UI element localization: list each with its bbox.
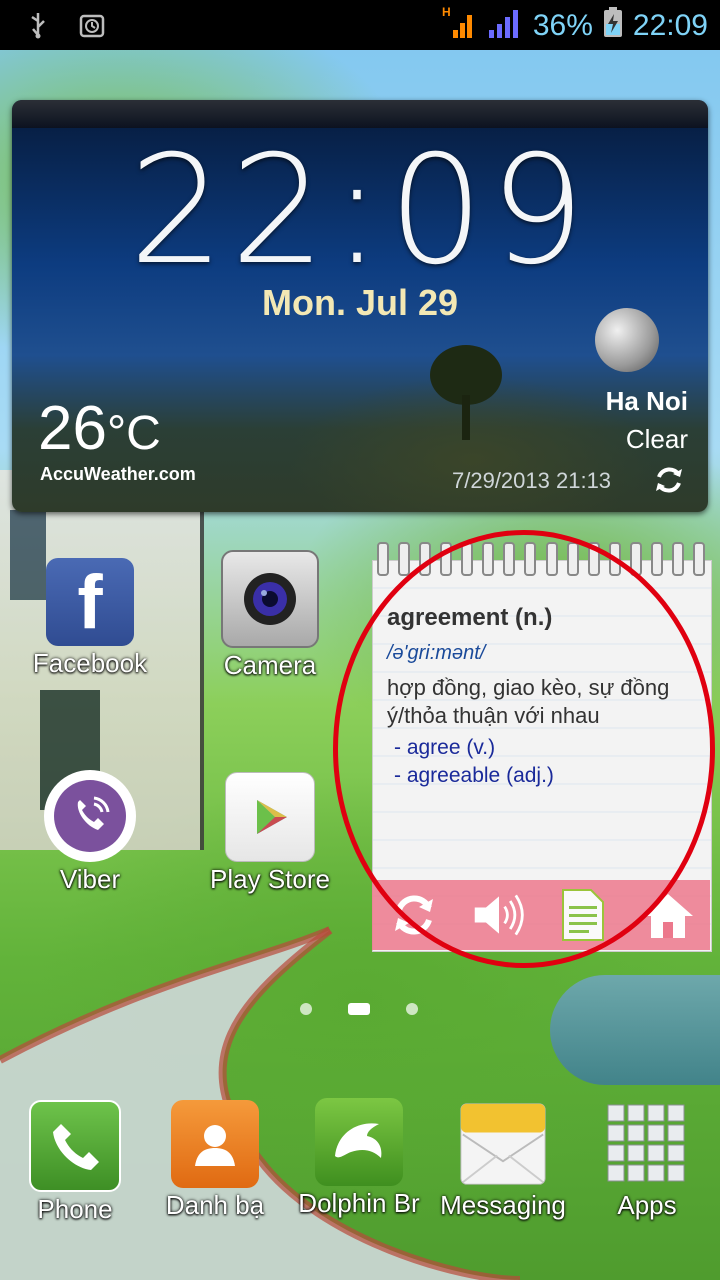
page-dot-active[interactable] xyxy=(348,1003,370,1015)
status-time: 22:09 xyxy=(632,9,708,42)
temperature: 26°C xyxy=(38,393,161,464)
dock-dolphin-browser[interactable]: Dolphin Br xyxy=(284,1098,434,1219)
app-label: Camera xyxy=(223,650,317,680)
phone-icon xyxy=(29,1100,121,1192)
refresh-icon[interactable] xyxy=(652,463,686,505)
app-viber[interactable]: Viber xyxy=(15,770,165,895)
weather-updated: 7/29/2013 21:13 xyxy=(452,468,612,493)
camera-icon xyxy=(221,550,319,648)
temperature-value: 26 xyxy=(38,394,107,463)
cell-signal-icon xyxy=(487,4,523,48)
dock-messaging[interactable]: Messaging xyxy=(428,1100,578,1221)
app-label: Danh bạ xyxy=(165,1190,265,1220)
dock-phone[interactable]: Phone xyxy=(0,1100,150,1225)
app-label: Viber xyxy=(59,864,121,894)
app-label: Phone xyxy=(37,1194,113,1224)
weather-city: Ha Noi xyxy=(605,386,688,416)
battery-percent: 36% xyxy=(532,9,593,42)
dock-apps[interactable]: Apps xyxy=(572,1100,720,1221)
app-facebook[interactable]: f Facebook xyxy=(15,558,165,679)
dock-contacts[interactable]: Danh bạ xyxy=(140,1100,290,1221)
page-dot[interactable] xyxy=(300,1003,312,1015)
moon-icon xyxy=(595,308,659,372)
contacts-icon xyxy=(171,1100,259,1188)
weather-provider: AccuWeather.com xyxy=(40,464,196,484)
messaging-icon xyxy=(459,1100,547,1188)
tree-icon xyxy=(430,345,502,440)
app-label: Messaging xyxy=(440,1190,566,1220)
status-bar: H 36% 22:09 xyxy=(0,0,720,50)
dolphin-browser-icon xyxy=(315,1098,403,1186)
page-indicator xyxy=(300,1003,418,1015)
viber-icon xyxy=(44,770,136,862)
app-play-store[interactable]: Play Store xyxy=(195,772,345,895)
play-store-icon xyxy=(225,772,315,862)
app-camera[interactable]: Camera xyxy=(195,550,345,681)
battery-charging-icon xyxy=(603,6,623,46)
usb-icon xyxy=(24,10,52,40)
alarm-icon xyxy=(78,10,106,40)
hspa-signal-icon: H xyxy=(441,4,477,48)
apps-grid-icon xyxy=(603,1100,691,1188)
weather-condition: Clear xyxy=(625,424,688,454)
app-label: Dolphin Br xyxy=(298,1188,420,1218)
app-label: Play Store xyxy=(210,864,330,894)
wallpaper-pond xyxy=(550,975,720,1085)
widget-time: 22:09 xyxy=(128,124,592,298)
highlight-circle xyxy=(333,530,715,968)
svg-text:H: H xyxy=(442,5,451,19)
temperature-unit: °C xyxy=(106,407,161,460)
page-dot[interactable] xyxy=(406,1003,418,1015)
facebook-icon: f xyxy=(46,558,134,646)
app-label: Apps xyxy=(617,1190,677,1220)
app-label: Facebook xyxy=(32,648,148,678)
